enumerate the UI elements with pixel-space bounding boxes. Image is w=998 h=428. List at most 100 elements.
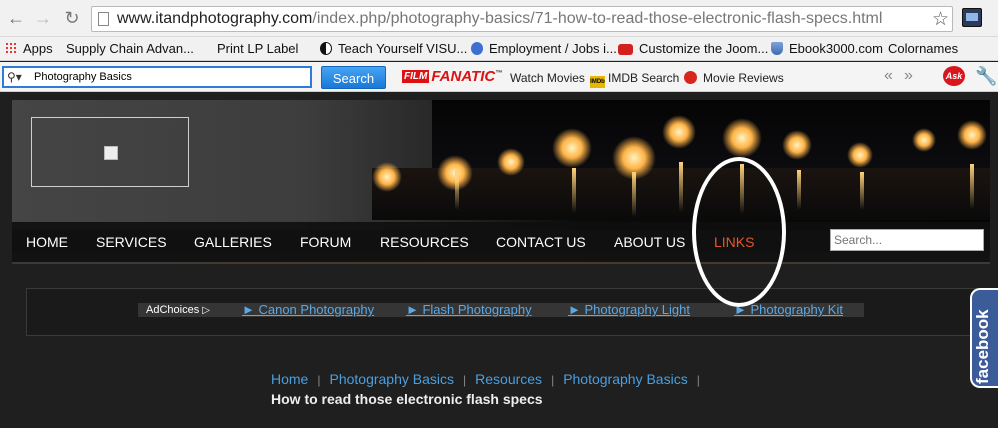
- youtube-icon: [618, 44, 633, 55]
- breadcrumb-separator: |: [463, 373, 467, 387]
- film-badge: FILM: [402, 70, 430, 83]
- bookmark-print-lp-label[interactable]: Print LP Label: [217, 40, 299, 145]
- nav-links[interactable]: LINKS: [714, 234, 754, 250]
- watch-movies-link[interactable]: Watch Movies: [510, 71, 585, 85]
- imdb-search-label: IMDB Search: [608, 71, 680, 85]
- bookmarks-bar: Apps Supply Chain Advan... Print LP Labe…: [0, 37, 998, 145]
- site-logo-placeholder[interactable]: [31, 117, 189, 187]
- breadcrumb-photography-basics[interactable]: Photography Basics: [329, 371, 454, 387]
- chevron-left-icon[interactable]: «: [884, 67, 893, 85]
- breadcrumb-separator: |: [696, 373, 700, 387]
- banner-reflection: [572, 168, 576, 213]
- globe-icon: [471, 42, 483, 55]
- banner-light: [552, 128, 592, 168]
- chevron-right-icon[interactable]: »: [904, 67, 913, 85]
- page-icon: [98, 12, 109, 26]
- movie-reviews-link[interactable]: Movie Reviews: [684, 71, 784, 85]
- filmfanatic-logo[interactable]: FILM FANATIC™: [402, 68, 502, 85]
- trademark: ™: [495, 70, 503, 77]
- bookmark-label: Customize the Joom...: [639, 41, 769, 56]
- search-toolbar: ⚲▾ Search FILMFANATIC™ Watch Movies IMDb…: [0, 62, 998, 92]
- banner-light: [662, 115, 696, 149]
- banner-reflection: [797, 170, 801, 210]
- wrench-icon[interactable]: 🔧: [975, 66, 997, 86]
- bookmark-apps[interactable]: Apps: [5, 40, 53, 58]
- nav-galleries[interactable]: GALLERIES: [194, 234, 272, 250]
- bookmark-label: Teach Yourself VISU...: [338, 41, 468, 56]
- article-title: How to read those electronic flash specs: [271, 391, 543, 407]
- bookmark-supply-chain[interactable]: Supply Chain Advan...: [66, 40, 194, 145]
- banner-reflection: [632, 172, 636, 217]
- breadcrumb: Home | Photography Basics | Resources | Photog…: [271, 371, 709, 387]
- bookmark-label: Colornames: [888, 41, 959, 56]
- site-search-input[interactable]: [830, 229, 984, 251]
- bookmark-label: Ebook3000.com: [789, 41, 883, 56]
- url-host: www.itandphotography.com: [117, 10, 313, 27]
- movie-reviews-label: Movie Reviews: [703, 71, 784, 85]
- imdb-search-link[interactable]: IMDb IMDB Search: [590, 71, 679, 88]
- bookmark-label: Supply Chain Advan...: [66, 41, 194, 56]
- bookmark-teach-yourself[interactable]: Teach Yourself VISU...: [320, 40, 467, 58]
- banner-light: [497, 148, 525, 176]
- ask-icon[interactable]: Ask: [943, 66, 965, 86]
- ad-link-canon-photography[interactable]: ► Canon Photography: [242, 302, 374, 318]
- extension-icon[interactable]: [962, 8, 982, 27]
- bookmark-label: Employment / Jobs i...: [489, 41, 617, 56]
- facebook-label: facebook: [973, 309, 992, 384]
- url-path: /index.php/photography-basics/71-how-to-…: [312, 10, 883, 27]
- banner-light: [957, 120, 987, 150]
- back-arrow-icon[interactable]: ←: [6, 8, 26, 28]
- nav-contact-us[interactable]: CONTACT US: [496, 234, 586, 250]
- bookmark-employment[interactable]: Employment / Jobs i...: [471, 40, 617, 58]
- breadcrumb-separator: |: [317, 373, 321, 387]
- url-text: www.itandphotography.com/index.php/photo…: [117, 10, 882, 28]
- banner-reflection: [740, 164, 744, 214]
- nav-services[interactable]: SERVICES: [96, 234, 167, 250]
- banner-reflection: [970, 164, 974, 209]
- toolbar-search-box[interactable]: ⚲▾: [2, 66, 312, 88]
- banner-reflection: [860, 172, 864, 210]
- facebook-tab[interactable]: facebook: [970, 288, 998, 388]
- breadcrumb-photography-basics-2[interactable]: Photography Basics: [563, 371, 688, 387]
- banner-reflection: [679, 162, 683, 212]
- breadcrumb-resources[interactable]: Resources: [475, 371, 542, 387]
- nav-forum[interactable]: FORUM: [300, 234, 351, 250]
- main-navigation: HOME SERVICES GALLERIES FORUM RESOURCES …: [12, 222, 990, 262]
- banner-reflection: [455, 170, 459, 210]
- bookmark-ebook3000[interactable]: Ebook3000.com: [771, 40, 883, 58]
- ad-link-photography-kit[interactable]: ► Photography Kit: [734, 302, 843, 318]
- shield-icon: [771, 42, 783, 55]
- bookmark-label: Apps: [23, 41, 53, 56]
- reload-icon[interactable]: ↻: [62, 8, 82, 28]
- bookmark-label: Print LP Label: [217, 41, 299, 56]
- bookmark-star-icon[interactable]: ☆: [932, 8, 949, 31]
- bookmark-customize-joomla[interactable]: Customize the Joom...: [618, 40, 768, 58]
- nav-about-us[interactable]: ABOUT US: [614, 234, 685, 250]
- ad-link-flash-photography[interactable]: ► Flash Photography: [406, 302, 532, 318]
- banner-light: [372, 162, 402, 192]
- toolbar-search-input[interactable]: [34, 69, 304, 85]
- banner-light: [722, 118, 762, 158]
- tomato-icon: [684, 71, 697, 84]
- breadcrumb-separator: |: [551, 373, 555, 387]
- toolbar-search-button[interactable]: Search: [321, 66, 386, 89]
- banner-light: [912, 128, 936, 152]
- search-icon: ⚲▾: [7, 70, 22, 84]
- web-page: HOME SERVICES GALLERIES FORUM RESOURCES …: [0, 92, 998, 428]
- adchoices-text: AdChoices: [146, 304, 200, 316]
- forward-arrow-icon[interactable]: →: [33, 8, 53, 28]
- broken-image-icon: [104, 146, 118, 160]
- nav-resources[interactable]: RESOURCES: [380, 234, 469, 250]
- breadcrumb-home[interactable]: Home: [271, 371, 308, 387]
- yinyang-icon: [320, 42, 332, 55]
- url-field[interactable]: www.itandphotography.com/index.php/photo…: [91, 6, 953, 32]
- fanatic-text: FANATIC: [431, 68, 496, 85]
- banner-light: [782, 130, 812, 160]
- ad-link-photography-light[interactable]: ► Photography Light: [568, 302, 690, 318]
- imdb-icon: IMDb: [590, 76, 605, 88]
- adchoices-label[interactable]: AdChoices ▷: [146, 303, 210, 318]
- bookmark-colornames[interactable]: Colornames: [888, 40, 959, 145]
- apps-grid-icon: [5, 42, 17, 55]
- site-header-banner: [12, 100, 990, 230]
- nav-home[interactable]: HOME: [26, 234, 68, 250]
